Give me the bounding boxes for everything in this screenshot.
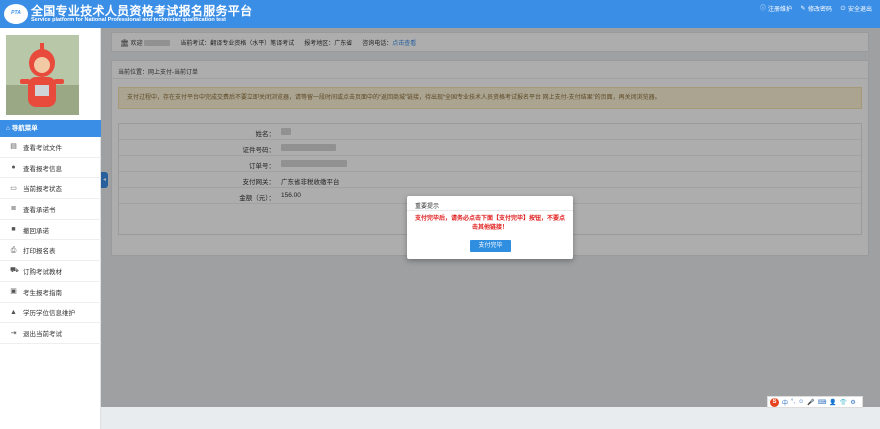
dialog-message: 支付完毕后，请务必点击下面【支付完毕】按钮，不要点击其他链接！ [414, 216, 565, 231]
header-links: ⓘ 注册维护 ✎ 修改密码 ⏻ 安全退出 [759, 4, 872, 14]
sogou-logo-icon[interactable]: S [770, 397, 779, 407]
sidebar-item-label: 退出当前考试 [23, 331, 62, 339]
platform-logo[interactable]: PTA [4, 4, 28, 24]
info-circle-icon: ● [11, 164, 16, 172]
avatar [6, 35, 79, 115]
register-maintain-label: 注册维护 [767, 7, 792, 13]
sidebar: ⌂ 导航菜单 ▤ 查看考试文件 ● 查看报考信息 ▭ 当前报考状态 ≣ 查看承诺书 ■ 撤… [0, 28, 101, 429]
sidebar-item-label: 当前报考状态 [23, 186, 62, 194]
platform-subtitle: Service platform for National Profession… [31, 17, 226, 23]
important-notice-dialog: 重要提示 支付完毕后，请务必点击下面【支付完毕】按钮，不要点击其他链接！ 支付完… [407, 196, 573, 259]
skin-icon[interactable]: 👕 [840, 399, 847, 406]
cart-icon: ⛟ [10, 267, 19, 275]
change-password-link[interactable]: ✎ 修改密码 [800, 4, 832, 14]
settings-icon[interactable]: ⚙ [850, 399, 855, 406]
nav-menu-header: ⌂ 导航菜单 [0, 120, 101, 137]
avatar-image [6, 35, 79, 115]
user-icon[interactable]: 👤 [829, 399, 836, 406]
dialog-divider [407, 210, 573, 211]
sidebar-item-label: 查看承诺书 [23, 206, 56, 214]
bottom-strip [101, 407, 880, 429]
sidebar-item-education-info[interactable]: ▲ 学历学位信息维护 [0, 303, 101, 324]
sidebar-item-label: 查看考试文件 [23, 144, 62, 152]
sidebar-item-withdraw-commitment[interactable]: ■ 撤回承诺 [0, 220, 101, 241]
sidebar-item-print-form[interactable]: ⎙ 打印报名表 [0, 240, 101, 262]
edit-icon: ✎ [800, 5, 806, 12]
payment-complete-button[interactable]: 支付完毕 [470, 240, 511, 252]
sidebar-item-label: 撤回承诺 [23, 227, 49, 235]
dialog-title: 重要提示 [415, 204, 440, 210]
register-maintain-link[interactable]: ⓘ 注册维护 [759, 4, 792, 14]
print-icon: ⎙ [10, 246, 17, 254]
nav-list: ▤ 查看考试文件 ● 查看报考信息 ▭ 当前报考状态 ≣ 查看承诺书 ■ 撤回承诺 ⎙ 打印… [0, 137, 101, 344]
graduation-icon: ▲ [10, 308, 17, 316]
emoji-icon[interactable]: ☺ [798, 399, 804, 405]
top-header: PTA 全国专业技术人员资格考试报名服务平台 Service platform … [0, 0, 880, 28]
sidebar-item-label: 学历学位信息维护 [23, 310, 75, 318]
logout-link[interactable]: ⏻ 安全退出 [840, 4, 872, 14]
exit-icon: ⇥ [10, 329, 17, 337]
info-icon: ⓘ [759, 5, 766, 12]
sidebar-item-registration-status[interactable]: ▭ 当前报考状态 [0, 178, 101, 200]
sidebar-item-order-materials[interactable]: ⛟ 订购考试教材 [0, 261, 101, 282]
sidebar-item-label: 打印报名表 [23, 248, 56, 256]
sidebar-item-label: 订购考试教材 [23, 268, 62, 276]
sidebar-item-registration-info[interactable]: ● 查看报考信息 [0, 158, 101, 179]
monitor-icon: ▭ [10, 184, 17, 192]
check-icon: ■ [11, 226, 16, 234]
list-icon: ≣ [10, 205, 17, 213]
keyboard-icon[interactable]: ⌨ [818, 399, 827, 406]
logo-text: PTA [11, 10, 21, 16]
chinese-mode-icon[interactable]: 中 [782, 398, 788, 407]
sidebar-item-exit-exam[interactable]: ⇥ 退出当前考试 [0, 323, 101, 344]
nav-menu-title: 导航菜单 [11, 125, 38, 132]
sidebar-item-exam-files[interactable]: ▤ 查看考试文件 [0, 137, 101, 158]
file-icon: ▤ [10, 143, 17, 151]
sidebar-item-commitment[interactable]: ≣ 查看承诺书 [0, 199, 101, 220]
logout-label: 安全退出 [847, 7, 872, 13]
power-icon: ⏻ [840, 5, 846, 12]
sidebar-item-guide[interactable]: ▣ 考生报考指南 [0, 282, 101, 303]
microphone-icon[interactable]: 🎤 [807, 399, 814, 406]
sidebar-item-label: 查看报考信息 [23, 165, 62, 173]
change-password-label: 修改密码 [807, 7, 832, 13]
ime-toolbar: S 中 °, ☺ 🎤 ⌨ 👤 👕 ⚙ [767, 396, 863, 408]
sidebar-item-label: 考生报考指南 [23, 289, 62, 297]
book-icon: ▣ [10, 288, 17, 296]
punctuation-icon[interactable]: °, [791, 399, 795, 405]
